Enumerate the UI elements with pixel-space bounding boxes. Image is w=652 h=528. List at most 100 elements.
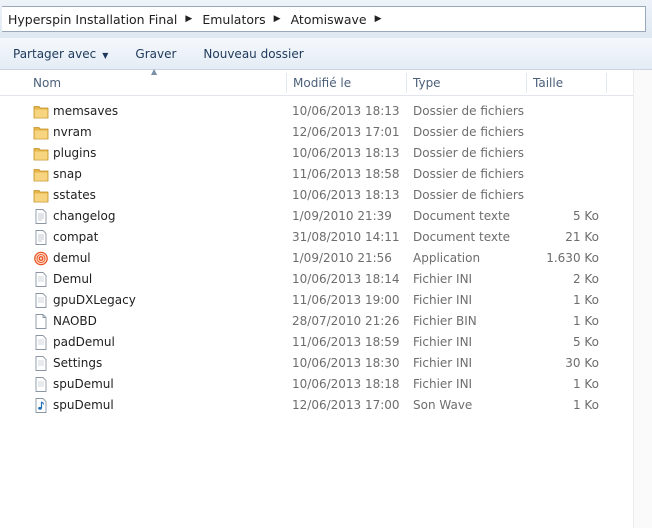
chevron-right-icon[interactable]: ▶ (185, 14, 192, 24)
file-name: spuDemul (53, 377, 114, 391)
file-type: Fichier INI (413, 335, 473, 349)
file-name: changelog (53, 209, 116, 223)
file-size: 30 Ko (565, 356, 599, 370)
chevron-right-icon[interactable]: ▶ (274, 14, 281, 24)
file-date: 11/06/2013 19:00 (292, 293, 400, 307)
file-name: snap (53, 167, 82, 181)
file-type: Document texte (413, 209, 511, 223)
file-row[interactable]: snap 11/06/2013 18:58 Dossier de fichiers (0, 164, 640, 185)
text-file-icon (33, 208, 49, 225)
file-type: Son Wave (413, 398, 473, 412)
file-row[interactable]: spuDemul 12/06/2013 17:00 Son Wave 1 Ko (0, 395, 640, 416)
file-date: 12/06/2013 17:01 (292, 125, 400, 139)
application-icon (33, 250, 49, 267)
file-name: Demul (53, 272, 93, 286)
file-type: Fichier BIN (413, 314, 477, 328)
file-type: Fichier INI (413, 377, 473, 391)
file-row[interactable]: Settings 10/06/2013 18:30 Fichier INI 30 Ko (0, 353, 640, 374)
file-type: Dossier de fichiers (413, 146, 525, 160)
file-date: 12/06/2013 17:00 (292, 398, 400, 412)
file-row[interactable]: Demul 10/06/2013 18:14 Fichier INI 2 Ko (0, 269, 640, 290)
folder-icon (33, 166, 49, 183)
file-name: padDemul (53, 335, 115, 349)
ini-file-icon (33, 292, 49, 309)
file-size: 21 Ko (565, 230, 599, 244)
file-date: 10/06/2013 18:13 (292, 104, 400, 118)
file-date: 28/07/2010 21:26 (292, 314, 400, 328)
file-size: 1 Ko (572, 377, 599, 391)
text-file-icon (33, 229, 49, 246)
burn-button[interactable]: Graver (122, 47, 190, 61)
column-type[interactable]: Type (413, 76, 441, 90)
share-with-button[interactable]: Partager avec ▼ (0, 47, 122, 61)
sort-ascending-icon: ▲ (151, 67, 158, 76)
column-header: ▲ Nom Modifié le Type Taille (0, 67, 652, 96)
file-name: demul (53, 251, 91, 265)
file-row[interactable]: memsaves 10/06/2013 18:13 Dossier de fichi… (0, 101, 640, 122)
file-type: Dossier de fichiers (413, 125, 525, 139)
file-row[interactable]: sstates 10/06/2013 18:13 Dossier de fichie… (0, 185, 640, 206)
file-size: 1 Ko (572, 398, 599, 412)
file-name: sstates (53, 188, 96, 202)
file-type: Dossier de fichiers (413, 167, 525, 181)
file-date: 10/06/2013 18:13 (292, 146, 400, 160)
file-size: 1 Ko (572, 293, 599, 307)
file-name: memsaves (53, 104, 119, 118)
file-name: Settings (53, 356, 103, 370)
folder-icon (33, 145, 49, 162)
file-date: 10/06/2013 18:30 (292, 356, 400, 370)
new-folder-button[interactable]: Nouveau dossier (190, 47, 317, 61)
file-name: compat (53, 230, 99, 244)
file-row[interactable]: spuDemul 10/06/2013 18:18 Fichier INI 1 Ko (0, 374, 640, 395)
file-date: 10/06/2013 18:18 (292, 377, 400, 391)
file-name: nvram (53, 125, 92, 139)
column-size[interactable]: Taille (533, 76, 563, 90)
file-date: 1/09/2010 21:39 (292, 209, 392, 223)
column-divider[interactable] (406, 73, 407, 93)
column-name[interactable]: Nom (33, 76, 61, 90)
file-row[interactable]: gpuDXLegacy 11/06/2013 19:00 Fichier INI 1 … (0, 290, 640, 311)
file-type: Dossier de fichiers (413, 104, 525, 118)
file-name: plugins (53, 146, 97, 160)
ini-file-icon (33, 334, 49, 351)
file-type: Fichier INI (413, 356, 473, 370)
file-name: gpuDXLegacy (53, 293, 136, 307)
file-type: Dossier de fichiers (413, 188, 525, 202)
file-row[interactable]: plugins 10/06/2013 18:13 Dossier de fichie… (0, 143, 640, 164)
folder-icon (33, 103, 49, 120)
file-name: NAOBD (53, 314, 97, 328)
file-type: Fichier INI (413, 272, 473, 286)
address-bar-area: Hyperspin Installation Final ▶ Emulators ▶… (0, 0, 652, 38)
file-type: Document texte (413, 230, 511, 244)
column-divider[interactable] (286, 73, 287, 93)
breadcrumb-item[interactable]: Emulators ▶ (202, 12, 290, 27)
command-bar: Partager avec ▼ Graver Nouveau dossier (0, 38, 652, 70)
breadcrumb-label[interactable]: Atomiswave (291, 12, 367, 27)
column-modified[interactable]: Modifié le (293, 76, 351, 90)
breadcrumb[interactable]: Hyperspin Installation Final ▶ Emulators ▶… (2, 6, 646, 32)
folder-icon (33, 187, 49, 204)
breadcrumb-label[interactable]: Emulators (202, 12, 265, 27)
chevron-down-icon: ▼ (102, 50, 109, 60)
file-date: 10/06/2013 18:13 (292, 188, 400, 202)
file-size: 1 Ko (572, 314, 599, 328)
file-row[interactable]: changelog 1/09/2010 21:39 Document texte 5 … (0, 206, 640, 227)
column-divider[interactable] (606, 73, 607, 93)
file-size: 1.630 Ko (546, 251, 599, 265)
breadcrumb-label[interactable]: Hyperspin Installation Final (8, 12, 177, 27)
share-with-label: Partager avec (13, 46, 97, 61)
file-size: 5 Ko (572, 335, 599, 349)
file-date: 10/06/2013 18:14 (292, 272, 400, 286)
file-date: 11/06/2013 18:59 (292, 335, 400, 349)
file-row[interactable]: compat 31/08/2010 14:11 Document texte 21 K… (0, 227, 640, 248)
file-row[interactable]: NAOBD 28/07/2010 21:26 Fichier BIN 1 Ko (0, 311, 640, 332)
file-date: 31/08/2010 14:11 (292, 230, 400, 244)
file-row[interactable]: demul 1/09/2010 21:56 Application 1.630 Ko (0, 248, 640, 269)
file-size: 5 Ko (572, 209, 599, 223)
file-row[interactable]: nvram 12/06/2013 17:01 Dossier de fichiers (0, 122, 640, 143)
breadcrumb-item[interactable]: Hyperspin Installation Final ▶ (8, 12, 202, 27)
breadcrumb-item[interactable]: Atomiswave ▶ (291, 12, 392, 27)
file-row[interactable]: padDemul 11/06/2013 18:59 Fichier INI 5 Ko (0, 332, 640, 353)
column-divider[interactable] (526, 73, 527, 93)
chevron-right-icon[interactable]: ▶ (375, 14, 382, 24)
